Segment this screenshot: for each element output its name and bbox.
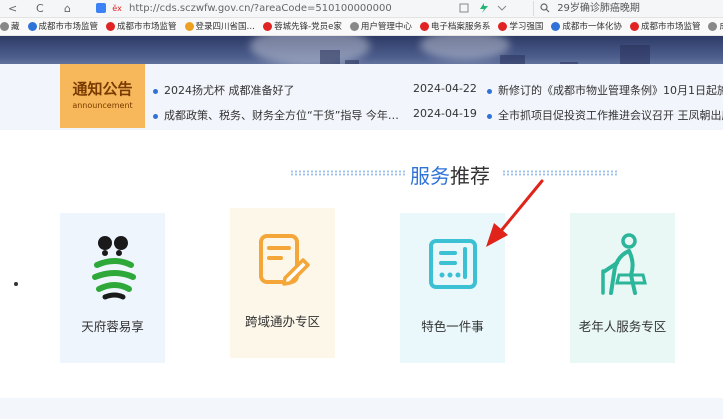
bookmark-label: 登录四川省国… — [195, 22, 256, 32]
bottom-strip — [0, 398, 723, 419]
bookmark-item[interactable]: 学习强国 — [498, 18, 544, 35]
news-item[interactable]: 2024扬尤杯 成都准备好了 — [153, 82, 295, 98]
search-input[interactable]: 29岁确诊肺癌晚期 — [533, 1, 723, 16]
bookmark-label: 学习强国 — [509, 22, 544, 32]
bookmark-icon — [349, 22, 359, 31]
bookmark-item[interactable]: 成都市一体化协 — [551, 18, 622, 35]
news-date: 2024-04-22 — [413, 82, 477, 95]
bookmark-item[interactable]: 成都市市场监管 — [629, 18, 701, 35]
bookmark-label: 蓉城先锋-党员e家 — [274, 22, 342, 32]
carousel-dot[interactable] — [14, 282, 18, 286]
title-decoration-left — [290, 170, 405, 176]
card-tianfu-rongyixiang[interactable]: 天府蓉易享 — [60, 213, 165, 363]
bookmark-item[interactable]: 成都市市场监管 — [106, 18, 177, 35]
notice-title: 通知公告 — [72, 80, 133, 98]
notice-label: 通知公告 announcement — [60, 64, 145, 128]
home-icon[interactable]: ⌂ — [64, 2, 71, 16]
bookmark-label: 电子档案服务系 — [430, 22, 491, 32]
bookmark-icon — [27, 22, 37, 31]
bookmarks-bar: 藏 成都市市场监管 成都市市场监管 登录四川省国… 蓉城先锋-党员e家 用户管理中心 电子档… — [0, 18, 723, 36]
bookmark-icon — [106, 22, 116, 31]
card-kuayu-tongban[interactable]: 跨域通办专区 — [230, 208, 335, 358]
bookmark-label: 成都市市场监管 — [38, 22, 99, 32]
bookmark-label: 成都市一体化协 — [562, 22, 622, 32]
bookmark-item[interactable]: 藏 — [0, 18, 20, 35]
bookmark-item[interactable]: 蓉城先锋-党员e家 — [263, 18, 342, 35]
bookmark-icon — [708, 22, 718, 31]
search-text: 29岁确诊肺癌晚期 — [557, 3, 640, 14]
bookmark-icon — [184, 22, 194, 31]
reload-icon[interactable]: C — [36, 2, 44, 16]
card-label: 跨域通办专区 — [244, 314, 320, 329]
elderly-person-icon — [600, 233, 647, 295]
shield-icon — [96, 3, 106, 13]
card-laonianren-fuwu[interactable]: 老年人服务专区 — [570, 213, 675, 363]
card-label: 特色一件事 — [421, 319, 484, 334]
bookmark-label: 成都市市场监 — [719, 22, 723, 32]
panda-icon — [91, 236, 136, 300]
news-item[interactable]: 成都政策、税务、财务全方位“干货”指导 今年… — [153, 107, 399, 123]
news-item[interactable]: 新修订的《成都市物业管理条例》10月1日起施行 — [487, 82, 723, 98]
bookmark-label: 成都市市场监管 — [117, 22, 177, 32]
bookmark-item[interactable]: 成都市市场监管 — [27, 18, 99, 35]
section-title: 服务推荐 — [410, 164, 490, 188]
bookmark-label: 用户管理中心 — [360, 22, 412, 32]
bookmark-icon — [498, 22, 508, 31]
bookmark-icon — [629, 22, 639, 31]
toolbar-icons[interactable] — [458, 2, 518, 17]
bookmark-item[interactable]: 电子档案服务系 — [419, 18, 491, 35]
url-text: http://cds.sczwfw.gov.cn/?areaCode=51010… — [129, 3, 392, 14]
search-icon — [540, 3, 550, 13]
bookmark-label: 藏 — [11, 22, 20, 32]
bookmark-icon — [0, 22, 9, 31]
bookmark-icon — [419, 22, 429, 31]
card-label: 老年人服务专区 — [578, 319, 667, 334]
card-label: 天府蓉易享 — [81, 319, 144, 334]
notice-subtitle: announcement — [72, 101, 133, 110]
bookmark-item[interactable]: 成都市市场监 — [708, 18, 723, 35]
browser-address-bar: < C ⌂ ĕx http://cds.sczwfw.gov.cn/?areaC… — [0, 0, 723, 18]
bookmark-item[interactable]: 用户管理中心 — [349, 18, 412, 35]
back-icon[interactable]: < — [8, 2, 17, 16]
secure-flag: ĕx — [112, 4, 122, 13]
bookmark-icon — [551, 22, 561, 31]
bookmark-icon — [263, 22, 273, 31]
annotation-arrow — [486, 179, 544, 247]
form-icon — [428, 239, 477, 289]
document-edit-icon — [258, 234, 310, 286]
news-date: 2024-04-19 — [413, 107, 477, 120]
news-item[interactable]: 全市抓项目促投资工作推进会议召开 王凤朝出席 — [487, 107, 723, 123]
bookmark-label: 成都市市场监管 — [640, 22, 701, 32]
bookmark-item[interactable]: 登录四川省国… — [184, 18, 256, 35]
